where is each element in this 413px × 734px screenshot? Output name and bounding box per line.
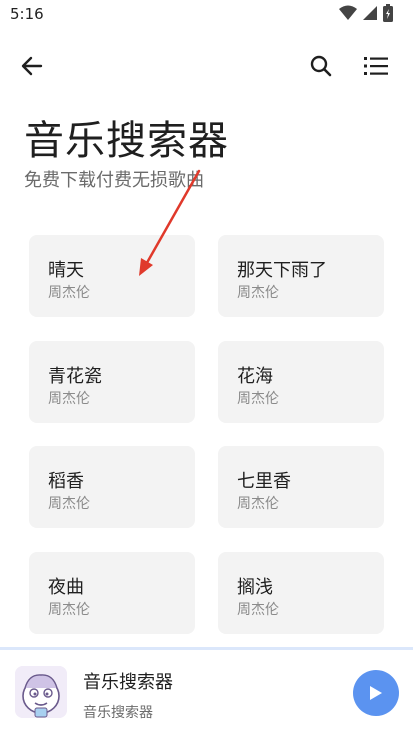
play-button[interactable] xyxy=(353,670,399,716)
song-card[interactable]: 那天下雨了 周杰伦 xyxy=(218,235,384,317)
song-title: 七里香 xyxy=(237,471,291,492)
song-artist: 周杰伦 xyxy=(48,496,90,512)
song-title: 稻香 xyxy=(48,471,84,492)
song-artist: 周杰伦 xyxy=(237,285,279,301)
status-bar: 5:16 xyxy=(0,0,413,30)
back-arrow-icon xyxy=(21,56,43,76)
song-title: 晴天 xyxy=(48,260,84,281)
song-card[interactable]: 花海 周杰伦 xyxy=(218,341,384,423)
song-card[interactable]: 青花瓷 周杰伦 xyxy=(29,341,195,423)
song-artist: 周杰伦 xyxy=(237,602,279,618)
list-menu-button[interactable] xyxy=(360,50,392,82)
search-button[interactable] xyxy=(305,50,337,82)
status-time: 5:16 xyxy=(10,5,44,23)
song-title: 花海 xyxy=(237,366,273,387)
song-title: 搁浅 xyxy=(237,577,273,598)
song-title: 青花瓷 xyxy=(48,366,102,387)
list-menu-icon xyxy=(364,57,388,75)
song-card[interactable]: 夜曲 周杰伦 xyxy=(29,552,195,634)
wifi-icon xyxy=(339,5,357,20)
player-avatar xyxy=(15,666,67,718)
song-card[interactable]: 搁浅 周杰伦 xyxy=(218,552,384,634)
page-subtitle: 免费下载付费无损歌曲 xyxy=(24,170,204,191)
signal-icon xyxy=(363,6,377,20)
play-icon xyxy=(370,686,382,700)
song-card[interactable]: 晴天 周杰伦 xyxy=(29,235,195,317)
status-icons xyxy=(339,4,393,22)
song-artist: 周杰伦 xyxy=(48,602,90,618)
app-bar xyxy=(0,40,413,90)
player-title: 音乐搜索器 xyxy=(83,672,173,693)
song-title: 那天下雨了 xyxy=(237,260,327,281)
mini-player[interactable]: 音乐搜索器 音乐搜索器 xyxy=(0,650,413,734)
song-artist: 周杰伦 xyxy=(237,496,279,512)
song-card[interactable]: 稻香 周杰伦 xyxy=(29,446,195,528)
song-artist: 周杰伦 xyxy=(48,285,90,301)
player-subtitle: 音乐搜索器 xyxy=(83,705,153,721)
song-artist: 周杰伦 xyxy=(48,391,90,407)
song-title: 夜曲 xyxy=(48,577,84,598)
search-icon xyxy=(310,55,332,77)
battery-icon xyxy=(383,4,393,22)
song-card[interactable]: 七里香 周杰伦 xyxy=(218,446,384,528)
avatar-character-icon xyxy=(15,666,67,718)
page-title: 音乐搜索器 xyxy=(24,118,229,164)
song-artist: 周杰伦 xyxy=(237,391,279,407)
back-button[interactable] xyxy=(16,50,48,82)
